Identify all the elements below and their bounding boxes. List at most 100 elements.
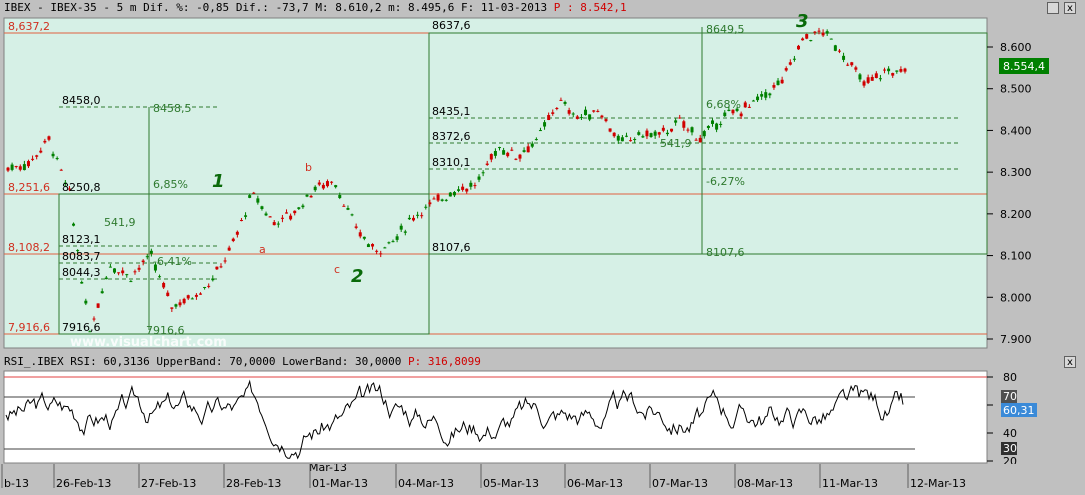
price-tick-label: 8.000 — [1000, 291, 1032, 304]
rsi-tick-label: 20 — [1003, 455, 1017, 464]
candle-body — [227, 247, 231, 251]
candle-body — [309, 195, 313, 198]
price-chart[interactable]: 8,637,2 8,251,6 8,108,2 7,916,6 8458,0 8… — [0, 0, 1085, 352]
candle-body — [670, 128, 674, 132]
candle-body — [334, 185, 338, 188]
candle-body — [293, 210, 297, 214]
candle-body — [166, 292, 170, 297]
date-label: b-13 — [4, 477, 29, 490]
date-label: 11-Mar-13 — [822, 477, 878, 490]
wave-label-c: c — [334, 263, 340, 276]
candle-body — [416, 214, 420, 216]
candle-body — [710, 120, 714, 124]
candle-body — [801, 38, 805, 41]
candle-body — [18, 166, 22, 170]
wave-label-b: b — [305, 161, 312, 174]
date-labels: b-13 26-Feb-13 27-Feb-13 28-Feb-13 01-Mar-13… — [1, 464, 966, 490]
date-label: 06-Mar-13 — [567, 477, 623, 490]
candle-body — [887, 68, 891, 72]
candle-body — [235, 231, 239, 235]
candle-body — [792, 58, 796, 60]
candle-body — [825, 31, 829, 34]
fib-label-5419: 541,9 — [104, 216, 136, 229]
candle-body — [469, 182, 473, 187]
candle-body — [891, 73, 895, 76]
rsi-panel[interactable]: RSI_.IBEX RSI: 60,3136 UpperBand: 70,000… — [0, 352, 1085, 464]
candle-body — [207, 285, 211, 287]
candle-body — [604, 119, 608, 122]
candle-body — [567, 110, 571, 114]
candle-body — [829, 38, 833, 40]
candle-body — [252, 192, 256, 194]
candle-body — [629, 140, 633, 142]
candle-body — [129, 281, 133, 283]
candle-body — [301, 205, 305, 208]
candle-body — [776, 80, 780, 86]
candle-body — [448, 192, 452, 197]
candle-body — [624, 135, 628, 137]
date-label: 07-Mar-13 — [652, 477, 708, 490]
candle-body — [223, 260, 227, 262]
candle-body — [616, 135, 620, 141]
candle-body — [330, 181, 334, 183]
candle-body — [698, 137, 702, 143]
candle-body — [502, 150, 506, 155]
candle-body — [751, 100, 755, 102]
price-tick-label: 8.500 — [1000, 83, 1032, 96]
candle-body — [424, 206, 428, 208]
candle-body — [592, 110, 596, 112]
candle-body — [108, 266, 112, 268]
candle-body — [444, 199, 448, 201]
fib-label-5419r: 541,9 — [660, 137, 692, 150]
candle-body — [125, 274, 129, 276]
candle-body — [313, 186, 317, 191]
candle-body — [784, 68, 788, 71]
candle-body — [530, 143, 534, 147]
candle-body — [358, 232, 362, 237]
fib-label-8458: 8458,0 — [62, 94, 101, 107]
candle-body — [563, 101, 567, 104]
candle-body — [772, 85, 776, 88]
level-label-8108: 8,108,2 — [8, 241, 50, 254]
candle-body — [112, 268, 116, 273]
candle-body — [457, 189, 461, 191]
candle-body — [833, 45, 837, 51]
candle-body — [559, 99, 563, 101]
candle-body — [715, 123, 719, 130]
wave-label-2: 2 — [351, 266, 364, 287]
candle-body — [723, 112, 727, 117]
candle-body — [797, 45, 801, 50]
price-panel[interactable]: IBEX - IBEX-35 - 5 m Dif. %: -0,85 Dif.:… — [0, 0, 1085, 352]
candle-body — [899, 69, 903, 72]
candle-body — [100, 291, 104, 294]
candle-body — [305, 194, 309, 197]
candle-body — [84, 300, 88, 304]
candle-body — [706, 125, 710, 129]
candle-body — [383, 247, 387, 249]
candle-body — [870, 76, 874, 81]
fib-label-8083: 8083,7 — [62, 250, 101, 263]
candle-body — [637, 132, 641, 135]
candle-body — [579, 117, 583, 119]
candle-body — [362, 236, 366, 239]
candle-body — [809, 40, 813, 42]
rsi-chart[interactable]: 80604020 70 60,31 30 — [0, 352, 1085, 464]
date-label: 12-Mar-13 — [910, 477, 966, 490]
candle-body — [510, 149, 514, 151]
candle-body — [264, 213, 268, 216]
candle-body — [22, 164, 26, 171]
candle-body — [649, 133, 653, 137]
candle-body — [51, 153, 55, 157]
candle-body — [321, 184, 325, 189]
candle-body — [768, 93, 772, 96]
candle-body — [231, 238, 235, 242]
price-tick-label: 8.300 — [1000, 166, 1032, 179]
date-label: 27-Feb-13 — [141, 477, 196, 490]
candle-body — [350, 214, 354, 216]
candle-body — [272, 222, 276, 226]
candle-body — [694, 139, 698, 141]
candle-body — [170, 307, 174, 309]
fib-label-8649: 8649,5 — [706, 23, 745, 36]
price-tick-label: 8.200 — [1000, 208, 1032, 221]
candle-body — [244, 215, 248, 217]
